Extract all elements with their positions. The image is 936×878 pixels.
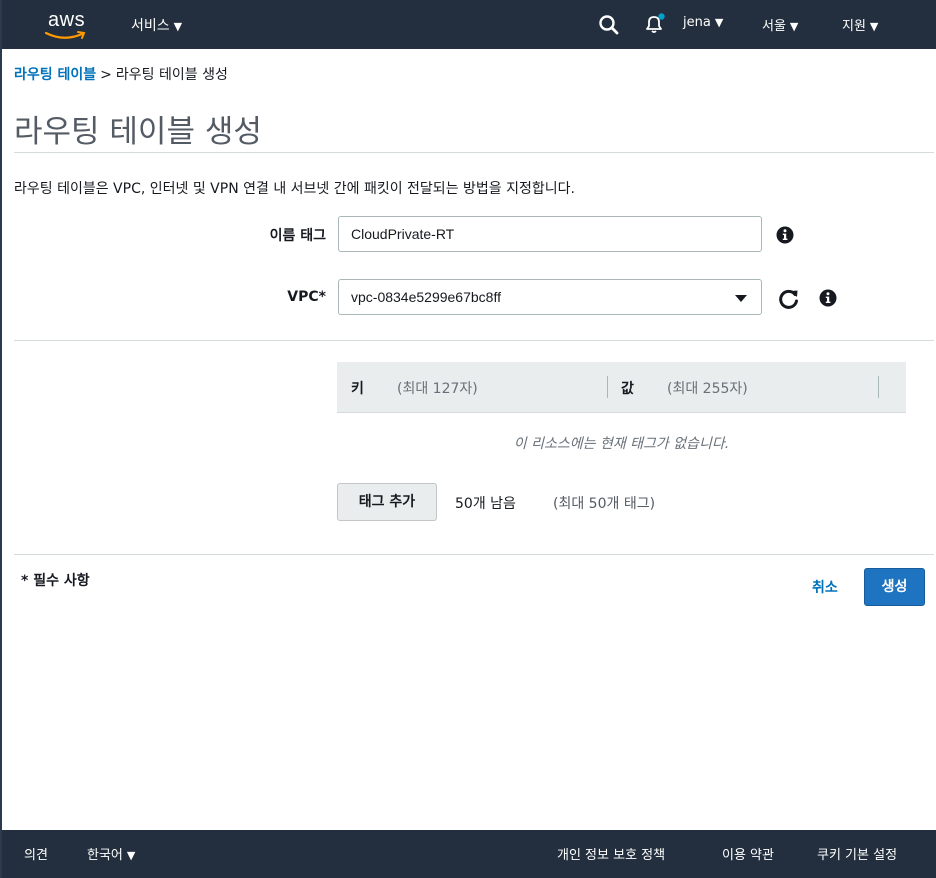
cookies-link[interactable]: 쿠키 기본 설정 (817, 844, 897, 863)
tags-empty-message: 이 리소스에는 현재 태그가 없습니다. (513, 436, 730, 452)
name-tag-label: 이름 태그 (269, 228, 326, 244)
caret-down-icon: ▼ (126, 849, 136, 862)
tags-key-header: 키 (351, 381, 364, 397)
region-label: 서울 (762, 19, 786, 34)
page-title: 라우팅 테이블 생성 (14, 114, 262, 150)
breadcrumb-separator: > (100, 67, 112, 83)
title-divider (14, 152, 934, 153)
window-edge (0, 0, 2, 878)
column-divider (607, 376, 608, 398)
vpc-select-value: vpc-0834e5299e67bc8ff (351, 289, 501, 305)
bell-icon[interactable] (642, 12, 666, 36)
aws-smile-icon (44, 31, 86, 39)
caret-down-icon: ▼ (869, 20, 879, 33)
language-menu[interactable]: 한국어 ▼ (87, 844, 135, 863)
tags-value-header: 값 (621, 381, 634, 397)
info-icon[interactable] (819, 289, 837, 307)
language-label: 한국어 (87, 848, 123, 863)
create-button[interactable]: 생성 (864, 568, 925, 606)
tags-key-hint: (최대 127자) (397, 381, 478, 397)
search-icon[interactable] (598, 14, 620, 36)
terms-link[interactable]: 이용 약관 (722, 844, 774, 863)
chevron-down-icon (735, 295, 747, 302)
column-divider (878, 376, 879, 398)
tags-remaining: 50개 남음 (455, 496, 516, 512)
info-icon[interactable] (776, 226, 794, 244)
aws-logo-text: aws (48, 9, 86, 31)
breadcrumb: 라우팅 테이블 > 라우팅 테이블 생성 (14, 64, 228, 84)
caret-down-icon: ▼ (789, 20, 799, 33)
vpc-select[interactable]: vpc-0834e5299e67bc8ff (338, 279, 762, 315)
required-note: * 필수 사항 (21, 573, 90, 589)
services-label: 서비스 (131, 18, 170, 34)
vpc-label: VPC* (287, 289, 326, 305)
feedback-link[interactable]: 의견 (24, 844, 48, 863)
tags-table-header: 키 (최대 127자) 값 (최대 255자) (337, 362, 906, 413)
breadcrumb-current: 라우팅 테이블 생성 (115, 67, 228, 83)
name-tag-input[interactable]: CloudPrivate-RT (338, 216, 762, 252)
privacy-link[interactable]: 개인 정보 보호 정책 (557, 844, 665, 863)
support-label: 지원 (842, 19, 866, 34)
region-menu[interactable]: 서울 ▼ (762, 15, 798, 34)
breadcrumb-link-route-tables[interactable]: 라우팅 테이블 (14, 67, 96, 83)
user-menu[interactable]: jena ▼ (683, 15, 723, 30)
top-nav-bar: aws 서비스 ▼ jena ▼ 서울 ▼ 지원 ▼ (2, 0, 936, 49)
user-label: jena (683, 15, 711, 30)
services-menu[interactable]: 서비스 ▼ (131, 15, 182, 35)
support-menu[interactable]: 지원 ▼ (842, 15, 878, 34)
notification-dot (658, 13, 665, 20)
tags-remaining-hint: (최대 50개 태그) (553, 496, 656, 512)
aws-logo[interactable]: aws (42, 9, 94, 41)
refresh-icon[interactable] (778, 288, 800, 310)
tags-value-hint: (최대 255자) (667, 381, 748, 397)
footer-bar: 의견 한국어 ▼ 개인 정보 보호 정책 이용 약관 쿠키 기본 설정 (2, 830, 936, 878)
add-tag-button[interactable]: 태그 추가 (337, 483, 437, 521)
page-description: 라우팅 테이블은 VPC, 인터넷 및 VPN 연결 내 서브넷 간에 패킷이 … (14, 181, 575, 197)
section-divider (14, 554, 934, 555)
cancel-button[interactable]: 취소 (812, 577, 838, 597)
caret-down-icon: ▼ (714, 16, 724, 29)
caret-down-icon: ▼ (173, 20, 183, 33)
section-divider (14, 340, 934, 341)
